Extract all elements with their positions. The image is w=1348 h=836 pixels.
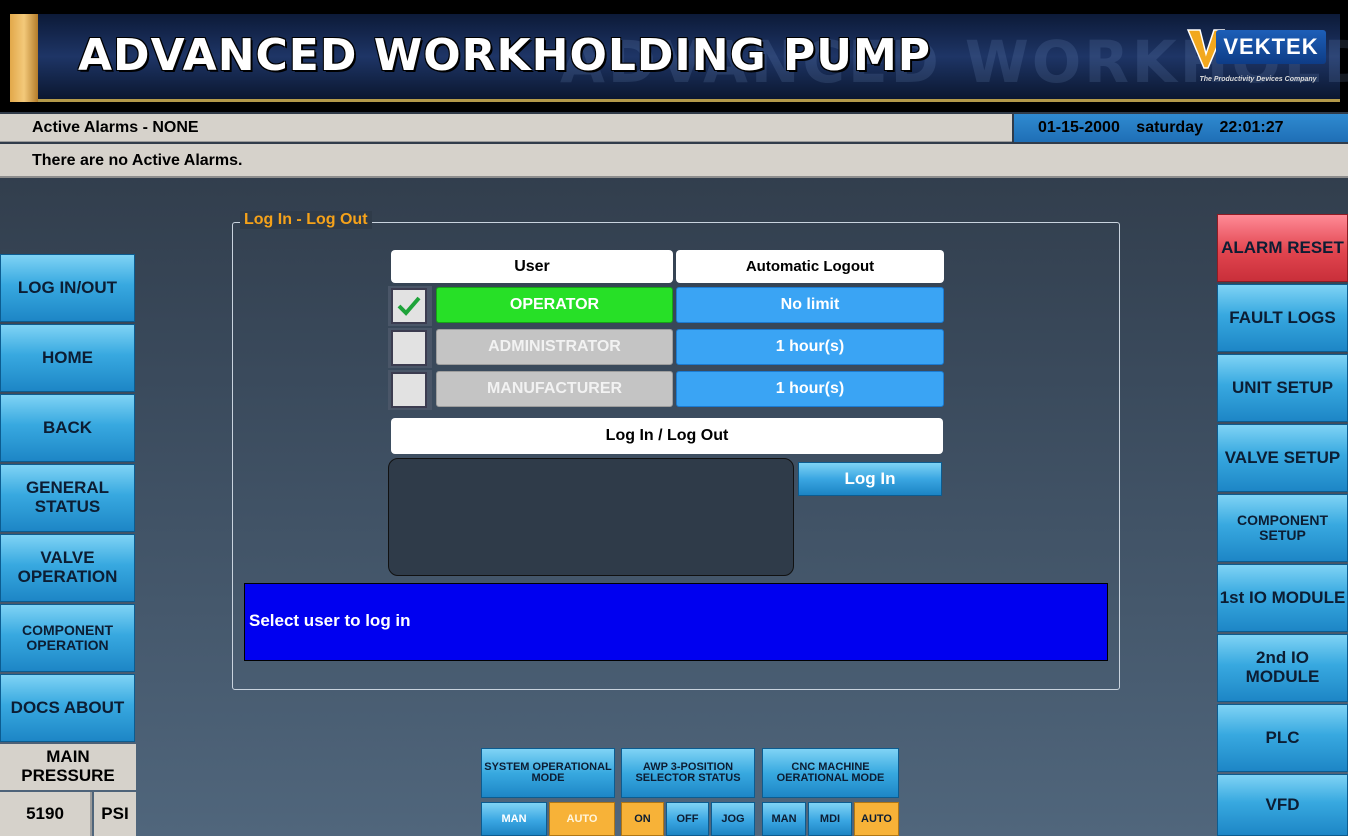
time-text: 22:01:27 <box>1219 119 1284 136</box>
manufacturer-logout-value: 1 hour(s) <box>676 371 944 407</box>
nav-valve-operation-button[interactable]: VALVE OPERATION <box>0 534 135 602</box>
date-text: 01-15-2000 <box>1038 119 1120 136</box>
weekday-text: saturday <box>1136 119 1203 136</box>
administrator-checkbox[interactable] <box>391 330 427 366</box>
user-manufacturer-button[interactable]: MANUFACTURER <box>436 371 673 407</box>
manufacturer-checkbox[interactable] <box>391 372 427 408</box>
brand-name: VEKTEK <box>1216 30 1326 64</box>
brand-tagline: The Productivity Devices Company <box>1199 76 1317 83</box>
selector-jog[interactable]: JOG <box>711 802 755 836</box>
cnc-mode-mdi[interactable]: MDI <box>808 802 852 836</box>
awp-selector-status-label: AWP 3-POSITION SELECTOR STATUS <box>621 748 755 798</box>
valve-setup-button[interactable]: VALVE SETUP <box>1217 424 1348 492</box>
system-mode-auto[interactable]: AUTO <box>549 802 615 836</box>
cnc-mode-auto[interactable]: AUTO <box>854 802 899 836</box>
user-administrator-button[interactable]: ADMINISTRATOR <box>436 329 673 365</box>
nav-docs-about-button[interactable]: DOCS ABOUT <box>0 674 135 742</box>
header-bar: ADVANCED WORKHOLDING PUMP ADVANCED WORKH… <box>0 0 1348 112</box>
nav-home-button[interactable]: HOME <box>0 324 135 392</box>
user-column-header: User <box>391 250 673 283</box>
main-pressure-label: MAIN PRESSURE <box>0 744 136 790</box>
automatic-logout-column-header: Automatic Logout <box>676 250 944 283</box>
component-setup-button[interactable]: COMPONENT SETUP <box>1217 494 1348 562</box>
header-accent-stripe <box>10 14 38 102</box>
system-operational-mode-label: SYSTEM OPERATIONAL MODE <box>481 748 615 798</box>
user-operator-button[interactable]: OPERATOR <box>436 287 673 323</box>
io-module-2-button[interactable]: 2nd IO MODULE <box>1217 634 1348 702</box>
nav-general-status-button[interactable]: GENERAL STATUS <box>0 464 135 532</box>
vfd-button[interactable]: VFD <box>1217 774 1348 836</box>
unit-setup-button[interactable]: UNIT SETUP <box>1217 354 1348 422</box>
selector-on[interactable]: ON <box>621 802 664 836</box>
nav-component-operation-button[interactable]: COMPONENT OPERATION <box>0 604 135 672</box>
cnc-machine-mode-label: CNC MACHINE OERATIONAL MODE <box>762 748 899 798</box>
active-alarms-summary: Active Alarms - NONE <box>0 114 1012 142</box>
app-title: ADVANCED WORKHOLDING PUMP <box>78 30 932 81</box>
alarm-reset-button[interactable]: ALARM RESET <box>1217 214 1348 282</box>
main-pressure-value: 5190 <box>0 792 92 836</box>
io-module-1-button[interactable]: 1st IO MODULE <box>1217 564 1348 632</box>
cnc-mode-man[interactable]: MAN <box>762 802 806 836</box>
vektek-logo: VEKTEK The Productivity Devices Company <box>1186 20 1328 94</box>
log-in-out-section-label: Log In / Log Out <box>391 418 943 454</box>
login-panel-title: Log In - Log Out <box>240 211 372 229</box>
login-status-message: Select user to log in <box>244 583 1108 661</box>
login-message-box <box>388 458 794 576</box>
checkmark-icon <box>397 296 421 316</box>
selector-off[interactable]: OFF <box>666 802 709 836</box>
log-in-button[interactable]: Log In <box>798 462 942 496</box>
fault-logs-button[interactable]: FAULT LOGS <box>1217 284 1348 352</box>
operator-checkbox[interactable] <box>391 288 427 324</box>
datetime-display: 01-15-2000 saturday 22:01:27 <box>1014 114 1348 142</box>
nav-log-in-out-button[interactable]: LOG IN/OUT <box>0 254 135 322</box>
nav-back-button[interactable]: BACK <box>0 394 135 462</box>
system-mode-man[interactable]: MAN <box>481 802 547 836</box>
plc-button[interactable]: PLC <box>1217 704 1348 772</box>
administrator-logout-value: 1 hour(s) <box>676 329 944 365</box>
operator-logout-value: No limit <box>676 287 944 323</box>
main-pressure-unit: PSI <box>94 792 136 836</box>
alarm-message: There are no Active Alarms. <box>0 144 1348 178</box>
